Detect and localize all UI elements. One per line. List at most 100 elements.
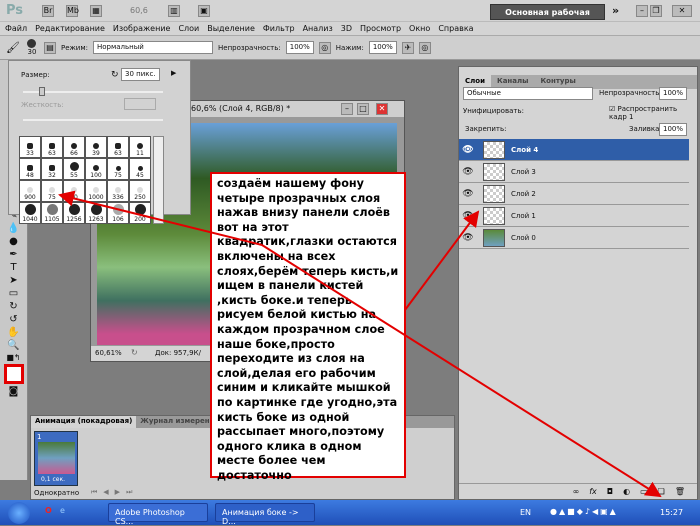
blur-tool[interactable]: 💧 (7, 223, 19, 234)
layer-style-icon[interactable]: fx (589, 487, 597, 496)
brush-preset[interactable]: 1105 (41, 202, 63, 224)
brush-preset[interactable]: 1263 (85, 202, 107, 224)
fill-field[interactable]: 100% (659, 123, 688, 136)
brush-preset-picker[interactable]: 30 (25, 39, 39, 56)
bridge-icon[interactable]: Br (42, 5, 54, 17)
new-layer-icon[interactable]: ❏ (658, 487, 665, 496)
task-browser[interactable]: Анимация боке -> D... (215, 503, 315, 526)
loop-select[interactable]: Однократно (34, 489, 79, 497)
quick-mask-icon[interactable]: ◙ (9, 386, 19, 397)
visibility-eye-icon[interactable]: 👁 (459, 145, 477, 155)
restore-icon[interactable]: ❐ (650, 5, 662, 17)
type-tool[interactable]: T (10, 262, 16, 273)
pen-tool[interactable]: ✒ (9, 249, 17, 260)
3d-rotate-tool[interactable]: ↻ (9, 301, 17, 312)
language-indicator[interactable]: EN (520, 508, 531, 517)
brush-preset[interactable]: 45 (129, 158, 151, 180)
menu-window[interactable]: Окно (409, 24, 430, 33)
ie-quicklaunch-icon[interactable]: e (60, 506, 65, 515)
hand-tool[interactable]: ✋ (7, 327, 19, 338)
brush-preset[interactable]: 66 (63, 136, 85, 158)
zoom-tool[interactable]: 🔍 (7, 340, 19, 351)
layer-row[interactable]: 👁 Слой 0 (459, 227, 689, 249)
adjustment-layer-icon[interactable]: ◐ (623, 487, 630, 496)
playback-controls[interactable]: ⏮◀▶⏭ (91, 488, 138, 497)
menu-filter[interactable]: Фильтр (263, 24, 295, 33)
layer-row[interactable]: 👁 Слой 2 (459, 183, 689, 205)
brush-preset[interactable]: 1000 (85, 180, 107, 202)
brush-preset[interactable]: 48 (19, 158, 41, 180)
minimize-icon[interactable]: – (636, 5, 648, 17)
visibility-eye-icon[interactable]: 👁 (459, 167, 477, 177)
task-photoshop[interactable]: Adobe Photoshop CS... (108, 503, 208, 526)
reset-size-icon[interactable]: ↻ (111, 70, 119, 80)
brush-preset[interactable]: 11 (129, 136, 151, 158)
zoom-level[interactable]: 60,6 (130, 6, 148, 15)
panel-menu-icon[interactable]: ▶ (171, 69, 176, 77)
opacity-field[interactable]: 100% (285, 41, 314, 54)
layer-row[interactable]: 👁 Слой 1 (459, 205, 689, 227)
brush-preset[interactable]: 39 (85, 136, 107, 158)
link-layers-icon[interactable]: ∞ (573, 487, 580, 496)
shape-tool[interactable]: ▭ (9, 288, 18, 299)
layer-opacity-field[interactable]: 100% (659, 87, 688, 100)
blend-mode-select[interactable]: Обычные (463, 87, 593, 100)
menu-layers[interactable]: Слои (178, 24, 199, 33)
brush-preset[interactable]: 32 (41, 158, 63, 180)
path-select-tool[interactable]: ➤ (9, 275, 17, 286)
layer-row[interactable]: 👁 Слой 4 (459, 139, 689, 161)
menu-select[interactable]: Выделение (207, 24, 255, 33)
workspace-button[interactable]: Основная рабочая среда (490, 4, 605, 33)
brush-preset[interactable]: 1256 (63, 202, 85, 224)
status-menu-icon[interactable]: ↻ (131, 348, 138, 357)
airbrush-icon[interactable]: ✈ (401, 41, 414, 54)
brush-preset[interactable]: 55 (63, 158, 85, 180)
brush-preset[interactable]: 75 (107, 158, 129, 180)
menu-file[interactable]: Файл (5, 24, 27, 33)
swap-colors-icon[interactable]: ■↰ (6, 353, 20, 362)
flow-field[interactable]: 100% (368, 41, 397, 54)
brush-preset[interactable]: 63 (107, 136, 129, 158)
more-workspaces[interactable]: » (612, 4, 619, 17)
tablet-size-icon[interactable]: ◎ (418, 41, 431, 54)
size-slider-handle[interactable] (39, 87, 45, 96)
doc-maximize-icon[interactable]: □ (357, 103, 369, 115)
brush-preset[interactable]: 75 (41, 180, 63, 202)
doc-minimize-icon[interactable]: – (341, 103, 353, 115)
brush-preset[interactable]: 70 (63, 180, 85, 202)
tablet-opacity-icon[interactable]: ◎ (318, 41, 331, 54)
size-slider[interactable] (23, 87, 163, 96)
opera-quicklaunch-icon[interactable]: O (45, 506, 52, 515)
brush-preset[interactable]: 200 (129, 202, 151, 224)
add-mask-icon[interactable]: ◘ (607, 487, 613, 496)
menu-analysis[interactable]: Анализ (303, 24, 333, 33)
menu-edit[interactable]: Редактирование (35, 24, 105, 33)
brush-preset[interactable]: 250 (129, 180, 151, 202)
brush-preset[interactable]: 63 (41, 136, 63, 158)
view-extras-icon[interactable]: ▦ (90, 5, 102, 17)
screen-mode-icon[interactable]: ▣ (198, 5, 210, 17)
doc-close-icon[interactable]: ✕ (376, 103, 388, 115)
start-button[interactable] (8, 502, 30, 524)
brush-preset[interactable]: 100 (85, 158, 107, 180)
brush-preset[interactable]: 336 (107, 180, 129, 202)
brush-preset[interactable]: 900 (19, 180, 41, 202)
brush-tool-icon[interactable]: 🖌 (6, 41, 20, 54)
frame-delay[interactable]: 0,1 сек. (41, 476, 65, 483)
layer-row[interactable]: 👁 Слой 3 (459, 161, 689, 183)
mode-select[interactable]: Нормальный (93, 41, 213, 54)
doc-zoom[interactable]: 60,61% (95, 349, 122, 357)
tab-animation[interactable]: Анимация (покадровая) (31, 416, 137, 428)
new-group-icon[interactable]: ▭ (640, 487, 648, 496)
visibility-eye-icon[interactable]: 👁 (459, 189, 477, 199)
menu-3d[interactable]: 3D (341, 24, 352, 33)
brush-preset[interactable]: 1040 (19, 202, 41, 224)
visibility-eye-icon[interactable]: 👁 (459, 211, 477, 221)
foreground-color-swatch[interactable] (3, 364, 24, 384)
tray-icons[interactable]: ●▲■◆♪◀▣▲ (550, 507, 618, 516)
menu-help[interactable]: Справка (438, 24, 473, 33)
brush-panel-icon[interactable]: ▤ (43, 41, 56, 54)
animation-frame-1[interactable]: 1 0,1 сек. (34, 431, 78, 486)
mini-bridge-icon[interactable]: Mb (66, 5, 79, 17)
visibility-eye-icon[interactable]: 👁 (459, 233, 477, 243)
